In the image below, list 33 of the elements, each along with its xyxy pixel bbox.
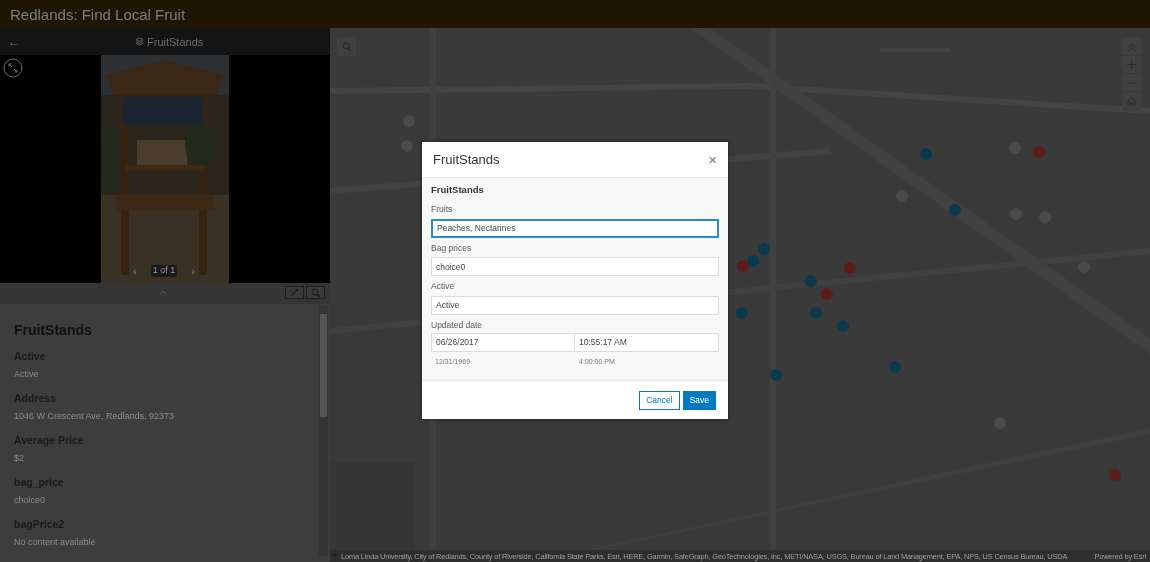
- caret-icon[interactable]: [159, 289, 167, 295]
- text-field[interactable]: Peaches, Nectarines: [431, 218, 719, 238]
- pencil-icon: [289, 288, 300, 297]
- text-field[interactable]: Active: [431, 295, 719, 315]
- field-label: Updated date: [431, 319, 484, 330]
- time-field[interactable]: 10:55:17 AM: [575, 332, 719, 352]
- dialog-title: FruitStands: [433, 152, 500, 167]
- next-button[interactable]: ›: [191, 265, 195, 277]
- expand-icon[interactable]: [3, 58, 23, 78]
- layers-icon: [135, 37, 144, 46]
- scrollbar-thumb[interactable]: [320, 314, 327, 417]
- field-label: Fruits: [431, 204, 454, 214]
- field-value: No content available: [14, 537, 97, 547]
- save-button[interactable]: Save: [682, 390, 716, 410]
- edit-button[interactable]: [285, 286, 304, 299]
- cancel-button[interactable]: Cancel: [639, 390, 680, 410]
- back-button[interactable]: ←: [0, 34, 28, 49]
- section-title: FruitStands: [431, 184, 485, 195]
- layer-title: FruitStands: [147, 35, 204, 48]
- field-label: Bag prices: [431, 242, 473, 253]
- field-value: Active: [14, 369, 40, 379]
- page-counter: 1 of 1: [150, 265, 178, 277]
- previous-button[interactable]: ‹: [133, 265, 137, 277]
- date-field[interactable]: 06/26/2017: [431, 332, 575, 352]
- zoom-icon: [310, 287, 321, 298]
- field-value: $2: [14, 453, 25, 463]
- close-button[interactable]: ×: [708, 152, 717, 167]
- text-field[interactable]: choice0: [431, 257, 719, 276]
- app-title: Redlands: Find Local Fruit: [10, 5, 186, 23]
- zoom-to-button[interactable]: [306, 286, 325, 299]
- field-value: 1046 W Crescent Ave, Redlands, 92373: [14, 411, 175, 421]
- field-label: Active: [431, 281, 456, 291]
- field-value: choice0: [14, 495, 47, 505]
